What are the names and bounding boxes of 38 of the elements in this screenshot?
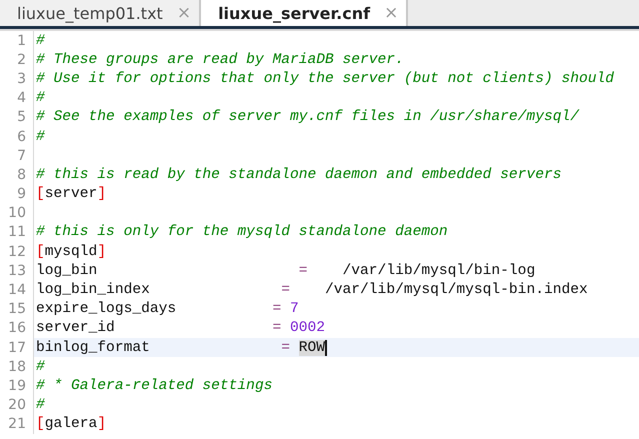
comment-text: # — [36, 32, 45, 49]
comment-text: # These groups are read by MariaDB server. — [36, 52, 404, 68]
equals-sign: = — [298, 262, 308, 279]
comment-text: # — [36, 128, 45, 145]
comment-text: # — [36, 90, 45, 106]
line-number: 17 — [0, 338, 34, 358]
setting-key: server_id — [36, 320, 272, 336]
section-name: mysqld — [44, 244, 98, 260]
setting-key: binlog_format — [36, 340, 282, 356]
comment-text: # this is only for the mysqld standalone daemon — [36, 224, 448, 240]
bracket-text: [ — [36, 186, 45, 202]
equals-sign: = — [272, 320, 282, 336]
setting-value: 7 — [290, 301, 299, 318]
comment-text: # * Galera-related settings — [36, 378, 272, 394]
comment-text: # See the examples of server my.cnf files in /usr/share/mysql/ — [36, 109, 579, 126]
bracket-text: [ — [36, 244, 45, 260]
file-tab[interactable]: liuxue_temp01.txt × — [0, 0, 202, 26]
section-name: galera — [44, 416, 98, 432]
bracket-text: ] — [97, 244, 106, 260]
equals-sign: = — [281, 282, 291, 298]
bracket-text: ] — [97, 416, 106, 432]
comment-text: # — [36, 358, 45, 375]
comment-text: # Use it for options that only the server (but not clients) should — [36, 70, 614, 87]
comment-text: # this is read by the standalone daemon and embedded servers — [36, 166, 562, 183]
setting-key: expire_logs_days — [36, 301, 272, 318]
section-name: server — [44, 186, 98, 202]
setting-key: log_bin_index — [36, 282, 282, 298]
comment-text: # — [36, 397, 45, 414]
setting-value: /var/lib/mysql/mysql-bin.index — [325, 282, 588, 298]
setting-key: log_bin — [36, 262, 299, 279]
setting-value: 0002 — [290, 320, 326, 336]
equals-sign: = — [281, 340, 291, 356]
bracket-text: ] — [97, 186, 106, 202]
bracket-text: [ — [36, 416, 45, 432]
equals-sign: = — [272, 301, 282, 318]
setting-value: /var/lib/mysql/bin-log — [342, 262, 536, 279]
file-tab[interactable]: liuxue_server.cnf × — [201, 0, 408, 26]
setting-value: ROW — [298, 340, 328, 356]
